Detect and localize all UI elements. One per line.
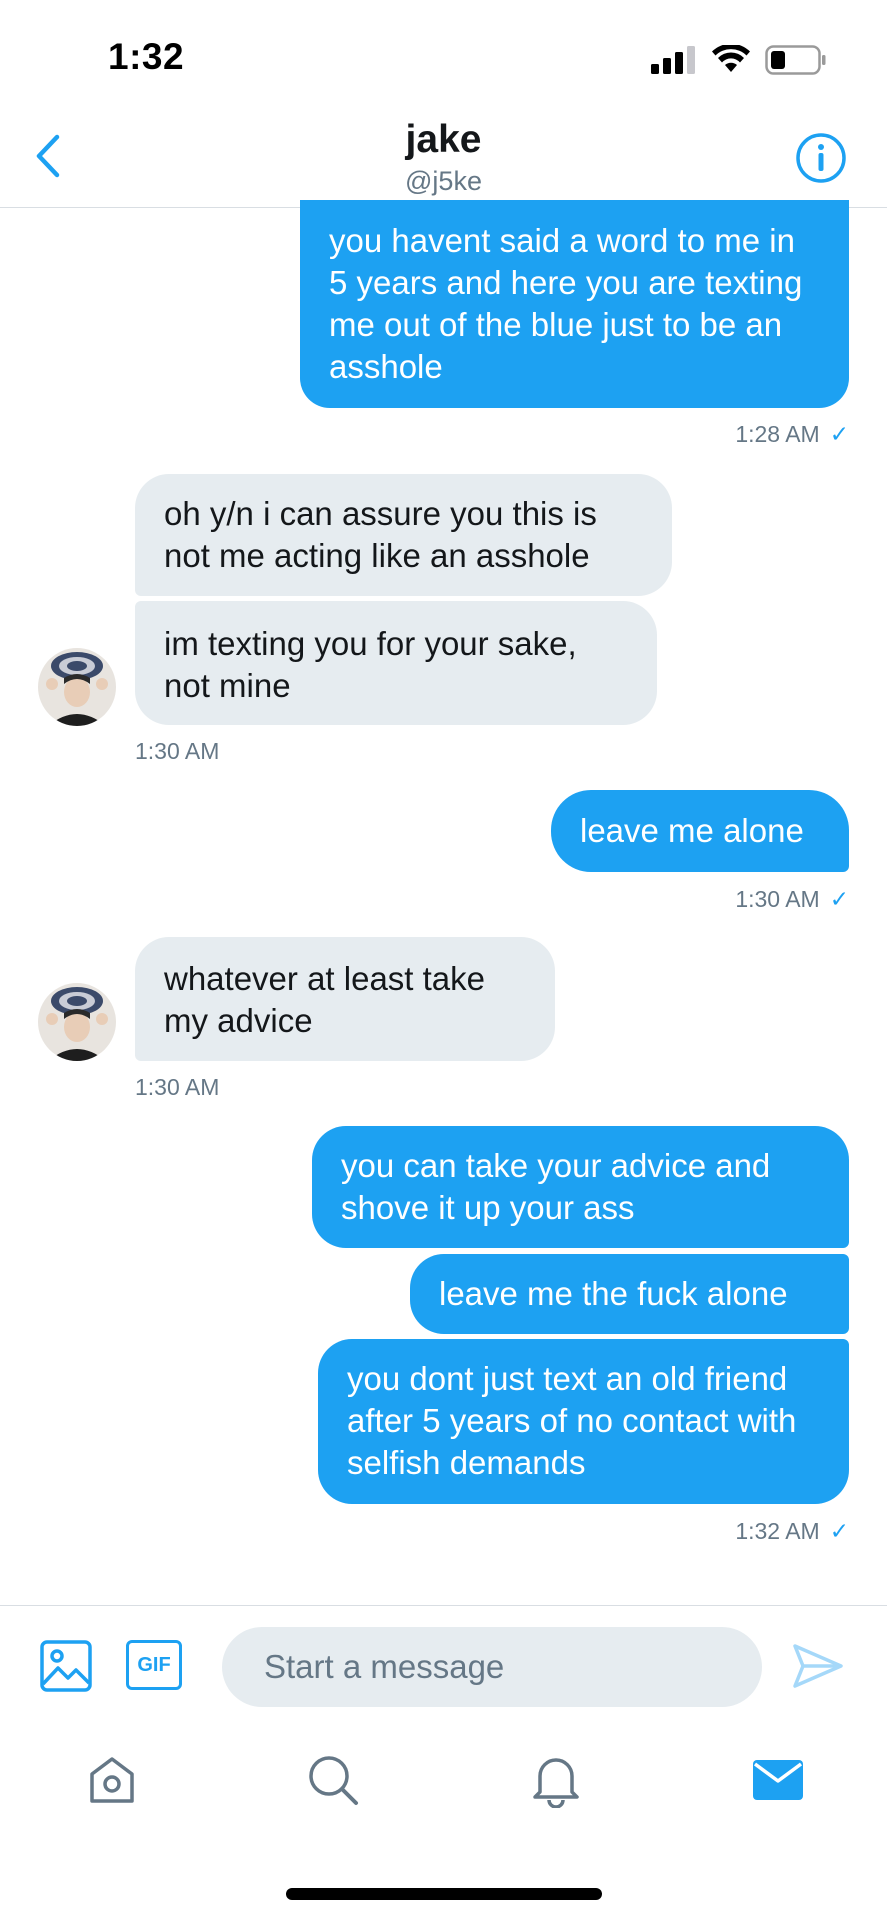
- message-bubble-received[interactable]: im texting you for your sake, not mine: [135, 601, 657, 725]
- message-timestamp: 1:30 AM: [135, 1074, 220, 1100]
- message-text: im texting you for your sake, not mine: [164, 625, 577, 704]
- status-icons: [651, 40, 827, 80]
- sent-check-icon: ✓: [829, 1518, 849, 1544]
- message-timestamp: 1:28 AM ✓: [735, 421, 849, 447]
- search-icon: [309, 1756, 358, 1805]
- sent-check-icon: ✓: [829, 886, 849, 912]
- cellular-signal-icon: [651, 46, 695, 74]
- status-time: 1:32: [108, 36, 185, 77]
- avatar[interactable]: [38, 983, 116, 1061]
- info-button[interactable]: [795, 132, 847, 184]
- message-text: oh y/n i can assure you this is not me a…: [164, 495, 597, 574]
- add-image-button[interactable]: [40, 1640, 92, 1692]
- gif-icon: GIF: [137, 1653, 171, 1676]
- message-bubble-received[interactable]: oh y/n i can assure you this is not me a…: [135, 474, 672, 596]
- bottom-tab-bar: [0, 1730, 887, 1850]
- send-icon: [793, 1644, 843, 1688]
- dm-conversation-screen: 1:32 jake @j5ke you havent said a word t…: [0, 0, 887, 1920]
- message-bubble-sent[interactable]: you havent said a word to me in 5 years …: [300, 200, 849, 408]
- message-text: leave me the fuck alone: [439, 1275, 788, 1312]
- message-timestamp: 1:30 AM ✓: [735, 886, 849, 912]
- message-bubble-received[interactable]: whatever at least take my advice: [135, 937, 555, 1061]
- message-bubble-sent[interactable]: leave me alone: [551, 790, 849, 872]
- avatar-image: [38, 648, 116, 726]
- tab-messages[interactable]: [748, 1750, 808, 1810]
- tab-home[interactable]: [82, 1750, 142, 1810]
- contact-name[interactable]: jake: [0, 118, 887, 162]
- message-bubble-sent[interactable]: you can take your advice and shove it up…: [312, 1126, 849, 1248]
- bell-icon: [533, 1758, 579, 1808]
- message-text: you can take your advice and shove it up…: [341, 1147, 771, 1226]
- mail-icon: [753, 1760, 803, 1800]
- tab-notifications[interactable]: [526, 1750, 586, 1810]
- avatar-image: [38, 983, 116, 1061]
- battery-icon: [765, 45, 826, 75]
- info-icon: [796, 133, 846, 183]
- message-text: leave me alone: [580, 812, 804, 849]
- message-timestamp: 1:30 AM: [135, 738, 220, 764]
- gif-button[interactable]: GIF: [126, 1640, 182, 1690]
- message-input[interactable]: Start a message: [222, 1627, 762, 1707]
- image-icon: [40, 1640, 92, 1692]
- message-timestamp: 1:32 AM ✓: [735, 1518, 849, 1544]
- avatar[interactable]: [38, 648, 116, 726]
- sent-check-icon: ✓: [829, 421, 849, 447]
- message-text: whatever at least take my advice: [164, 960, 486, 1039]
- conversation-header: jake @j5ke: [0, 100, 887, 208]
- message-text: you havent said a word to me in 5 years …: [329, 222, 803, 385]
- message-bubble-sent[interactable]: you dont just text an old friend after 5…: [318, 1339, 849, 1504]
- home-icon: [90, 1757, 134, 1803]
- home-indicator[interactable]: [286, 1888, 602, 1900]
- message-composer: GIF Start a message: [0, 1605, 887, 1723]
- message-text: you dont just text an old friend after 5…: [347, 1360, 797, 1481]
- send-button[interactable]: [792, 1642, 844, 1690]
- contact-handle[interactable]: @j5ke: [0, 166, 887, 197]
- tab-search[interactable]: [303, 1750, 363, 1810]
- wifi-icon: [712, 45, 750, 72]
- message-bubble-sent[interactable]: leave me the fuck alone: [410, 1254, 849, 1334]
